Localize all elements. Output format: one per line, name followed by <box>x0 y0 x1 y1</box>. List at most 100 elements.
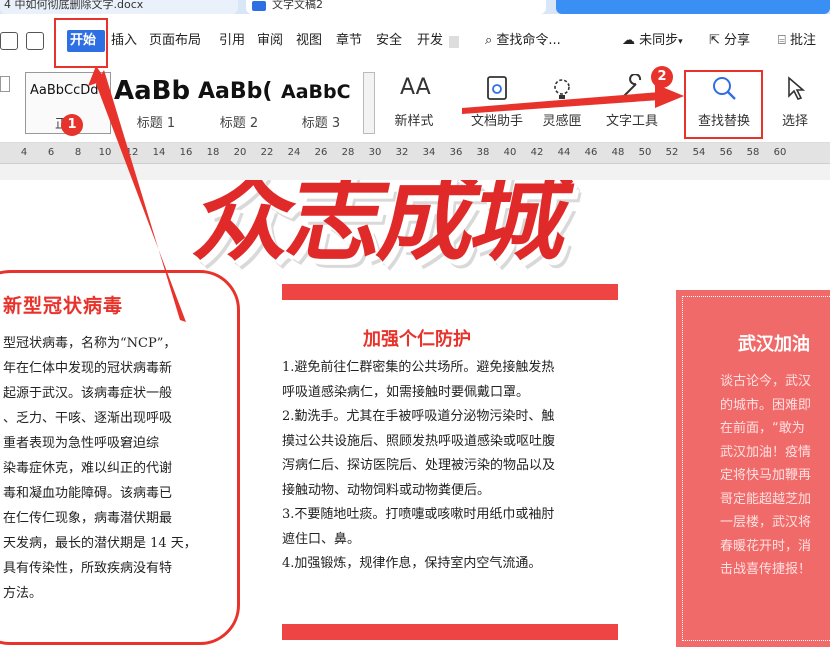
ruler-tick: 16 <box>179 147 193 158</box>
ruler-tick: 50 <box>638 147 652 158</box>
window-tab-strip: 4 中如何彻底删除文字.docx 文字文稿2 <box>0 0 830 14</box>
wps-writer-icon <box>252 1 266 11</box>
share-label: 分享 <box>724 33 751 48</box>
ruler-tick: 20 <box>233 147 247 158</box>
print-preview-icon[interactable] <box>26 32 44 50</box>
tab-page-layout[interactable]: 页面布局 <box>149 30 201 52</box>
middle-section-title: 加强个仁防护 <box>363 329 471 350</box>
new-tab-area[interactable] <box>556 0 830 14</box>
new-style-icon: AA <box>400 75 431 100</box>
doc-helper-button[interactable]: 文档助手 <box>462 66 532 136</box>
ruler-tick: 22 <box>260 147 274 158</box>
lightbulb-icon <box>548 74 576 102</box>
ruler-tick: 10 <box>98 147 112 158</box>
left-section-title: 新型冠状病毒 <box>3 295 124 317</box>
inspiration-label: 灵感匣 <box>542 114 582 129</box>
ruler-tick: 8 <box>74 147 82 158</box>
style-heading-2-sample: AaBb( <box>198 79 273 104</box>
ruler-tick: 26 <box>314 147 328 158</box>
page-gap <box>0 164 830 180</box>
ruler-tick: 38 <box>476 147 490 158</box>
banner-title: 众志成城 <box>186 180 579 274</box>
chevron-down-icon: ▾ <box>678 37 683 47</box>
middle-top-red-bar <box>282 284 618 300</box>
cursor-arrow-icon <box>781 74 809 102</box>
ruler-tick: 40 <box>503 147 517 158</box>
ruler-tick: 42 <box>530 147 544 158</box>
style-heading-1-caption: 标题 1 <box>136 116 176 131</box>
ruler-tick: 60 <box>773 147 787 158</box>
style-heading-3-sample: AaBbC <box>281 81 351 103</box>
ruler-tick: 58 <box>746 147 760 158</box>
new-style-label: 新样式 <box>394 114 434 129</box>
tab-view[interactable]: 视图 <box>296 30 322 52</box>
wrench-icon <box>618 73 646 102</box>
cloud-sync-label: 未同步 <box>639 33 679 48</box>
ruler-tick: 56 <box>719 147 733 158</box>
ruler-tick: 28 <box>341 147 355 158</box>
tab-security[interactable]: 安全 <box>376 30 402 52</box>
style-heading-3[interactable]: AaBbC 标题 3 <box>281 72 361 134</box>
style-heading-2[interactable]: AaBb( 标题 2 <box>198 72 280 134</box>
middle-section-body: 1.避免前往仁群密集的公共场所。避免接触发热 呼吸道感染病仁，如需接触时要佩戴口… <box>282 360 556 571</box>
ruler-tick: 30 <box>368 147 382 158</box>
document-tab-2[interactable]: 文字文稿2 <box>246 0 546 14</box>
annotation-badge-2: 2 <box>651 66 673 88</box>
share-icon: ⇱ <box>709 33 720 48</box>
style-heading-3-caption: 标题 3 <box>301 116 341 131</box>
ruler-tick: 32 <box>395 147 409 158</box>
ruler-tick: 44 <box>557 147 571 158</box>
ruler-tick: 12 <box>125 147 139 158</box>
ruler-tick: 4 <box>20 147 28 158</box>
style-heading-2-caption: 标题 2 <box>219 116 259 131</box>
right-section-title: 武汉加油 <box>738 334 810 355</box>
tab-references[interactable]: 引用 <box>219 30 245 52</box>
text-tools-label: 文字工具 <box>605 114 658 129</box>
document-page[interactable]: 众志成城 新型冠状病毒 型冠状病毒，名称为“NCP”， 年在仁体中发现的冠状病毒… <box>0 180 830 655</box>
horizontal-ruler[interactable]: 4 6 8 10 12 14 16 18 20 22 24 26 28 30 32 34 36 38 40 42 44 4… <box>0 143 830 164</box>
tabs-scroll-right-button[interactable] <box>449 36 459 48</box>
search-icon: ⌕ <box>485 33 493 48</box>
right-section-body: 谈古论今，武汉 的城市。困难即 在前面，“敢为 武汉加油！疫情 定将快马加鞭再 … <box>720 374 812 577</box>
command-search-label: 查找命令... <box>496 33 561 48</box>
share-button[interactable]: ⇱ 分享 <box>709 30 750 52</box>
cloud-sync-status[interactable]: ☁ 未同步▾ <box>622 30 683 52</box>
comment-icon: ⌸ <box>778 33 786 48</box>
ruler-tick: 34 <box>422 147 436 158</box>
highlight-box-find-replace <box>684 70 763 139</box>
ruler-tick: 46 <box>584 147 598 158</box>
ruler-tick: 54 <box>692 147 706 158</box>
tab-review[interactable]: 审阅 <box>257 30 283 52</box>
comment-button[interactable]: ⌸ 批注 <box>778 30 816 52</box>
ruler-tick: 14 <box>152 147 166 158</box>
style-heading-1-sample: AaBb <box>114 76 191 106</box>
command-search[interactable]: ⌕ 查找命令... <box>485 30 561 52</box>
print-icon[interactable] <box>0 32 18 50</box>
annotation-badge-1: 1 <box>61 114 83 136</box>
ruler-tick: 48 <box>611 147 625 158</box>
tab-developer[interactable]: 开发 <box>417 30 447 52</box>
style-gallery-scrollbar[interactable] <box>363 72 375 134</box>
select-button[interactable]: 选择 <box>768 66 822 136</box>
paragraph-marker-icon <box>0 76 10 92</box>
style-heading-1[interactable]: AaBb 标题 1 <box>114 72 198 134</box>
left-callout-bubble: 新型冠状病毒 型冠状病毒，名称为“NCP”， 年在仁体中发现的冠状病毒新 起源于… <box>0 270 240 645</box>
cloud-icon: ☁ <box>622 33 635 48</box>
new-style-button[interactable]: AA 新样式 <box>382 66 446 136</box>
tab-chapter[interactable]: 章节 <box>336 30 362 52</box>
ruler-tick: 24 <box>287 147 301 158</box>
document-tab-1[interactable]: 4 中如何彻底删除文字.docx <box>0 0 238 14</box>
highlight-box-start-tab <box>54 18 108 68</box>
middle-bottom-red-bar <box>282 624 618 640</box>
ruler-tick: 36 <box>449 147 463 158</box>
left-section-body: 型冠状病毒，名称为“NCP”， 年在仁体中发现的冠状病毒新 起源于武汉。该病毒症… <box>3 336 197 601</box>
tab-insert[interactable]: 插入 <box>111 30 137 52</box>
style-normal-sample: AaBbCcDd <box>30 83 99 98</box>
document-tab-1-label: 4 中如何彻底删除文字.docx <box>4 0 144 11</box>
ruler-tick: 52 <box>665 147 679 158</box>
doc-helper-label: 文档助手 <box>470 114 523 129</box>
menu-bar: ' 开始 插入 页面布局 引用 审阅 视图 章节 安全 开发 ⌕ 查找命令...… <box>0 14 830 66</box>
comment-label: 批注 <box>789 33 816 48</box>
inspiration-button[interactable]: 灵感匣 <box>534 66 590 136</box>
ruler-tick: 18 <box>206 147 220 158</box>
